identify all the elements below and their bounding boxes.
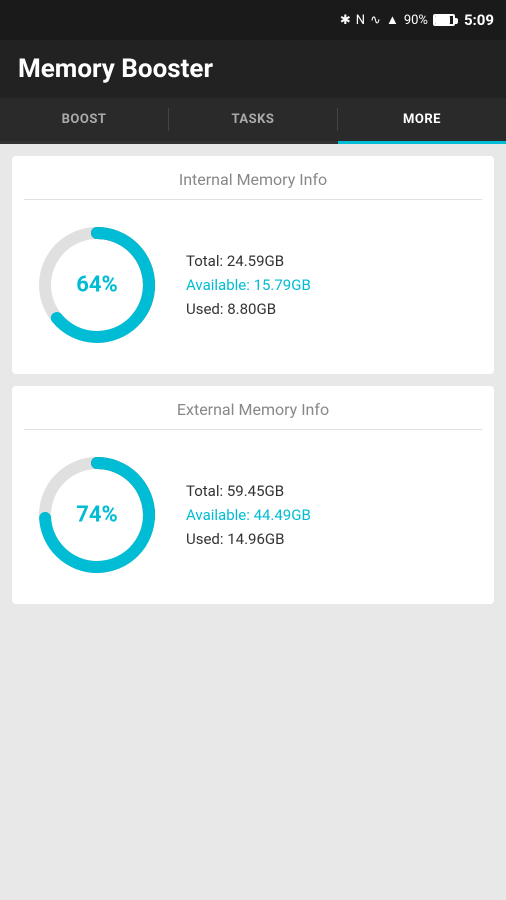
external-card-body: 74% Total: 59.45GB Available: 44.49GB Us… xyxy=(12,430,494,604)
internal-card-title: Internal Memory Info xyxy=(12,156,494,199)
tab-bar: BOOST TASKS MORE xyxy=(0,98,506,144)
app-title: Memory Booster xyxy=(18,54,488,84)
status-icons: ✱ N ∿ ▲ 90% 5:09 xyxy=(340,11,494,29)
status-bar: ✱ N ∿ ▲ 90% 5:09 xyxy=(0,0,506,40)
internal-card-body: 64% Total: 24.59GB Available: 15.79GB Us… xyxy=(12,200,494,374)
external-percent: 74% xyxy=(76,503,118,528)
external-memory-info: Total: 59.45GB Available: 44.49GB Used: … xyxy=(186,482,311,548)
tab-tasks[interactable]: TASKS xyxy=(169,98,337,141)
app-header: Memory Booster xyxy=(0,40,506,98)
internal-ring-chart: 64% xyxy=(32,220,162,350)
internal-percent: 64% xyxy=(76,273,118,298)
internal-available: Available: 15.79GB xyxy=(186,276,311,294)
tab-boost[interactable]: BOOST xyxy=(0,98,168,141)
bluetooth-icon: ✱ xyxy=(340,13,351,28)
external-available: Available: 44.49GB xyxy=(186,506,311,524)
internal-total: Total: 24.59GB xyxy=(186,252,311,270)
network-icon: N xyxy=(356,13,365,28)
external-card-title: External Memory Info xyxy=(12,386,494,429)
wifi-icon: ∿ xyxy=(370,13,381,28)
internal-memory-info: Total: 24.59GB Available: 15.79GB Used: … xyxy=(186,252,311,318)
battery-percent: 90% xyxy=(404,13,428,28)
battery-icon xyxy=(433,14,455,26)
tab-more[interactable]: MORE xyxy=(338,98,506,141)
signal-icon: ▲ xyxy=(386,12,399,28)
external-used: Used: 14.96GB xyxy=(186,530,311,548)
external-total: Total: 59.45GB xyxy=(186,482,311,500)
external-ring-chart: 74% xyxy=(32,450,162,580)
internal-used: Used: 8.80GB xyxy=(186,300,311,318)
status-time: 5:09 xyxy=(464,11,494,29)
external-memory-card: External Memory Info 74% Total: 59.45GB … xyxy=(12,386,494,604)
content-area: Internal Memory Info 64% Total: 24.59GB … xyxy=(0,144,506,616)
internal-memory-card: Internal Memory Info 64% Total: 24.59GB … xyxy=(12,156,494,374)
